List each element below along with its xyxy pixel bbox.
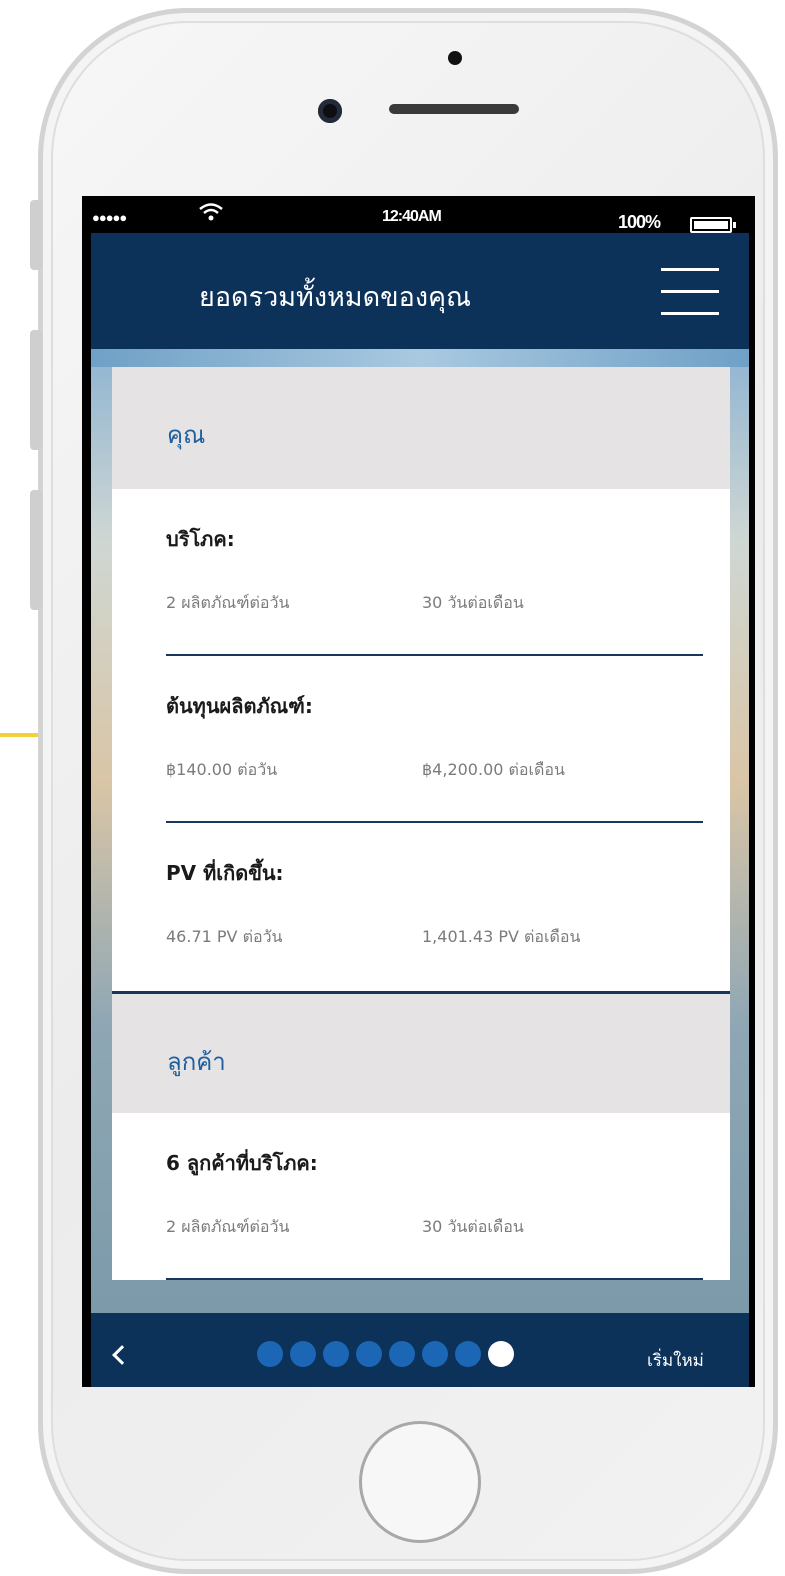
- restart-button[interactable]: เริ่มใหม่: [647, 1347, 704, 1374]
- metric-monthly-value: ฿4,200.00 ต่อเดือน: [422, 760, 565, 779]
- front-camera: [318, 99, 342, 123]
- menu-bar-line: [661, 312, 719, 315]
- section-title: คุณ: [167, 421, 206, 449]
- yellow-accent-line: [0, 733, 40, 737]
- metric-daily-value: 2 ผลิตภัณฑ์ต่อวัน: [166, 593, 290, 612]
- metric-label: ต้นทุนผลิตภัณฑ์:: [166, 694, 313, 718]
- menu-bar-line: [661, 268, 719, 271]
- metric-label: 6 ลูกค้าที่บริโภค:: [166, 1151, 318, 1175]
- app-container: ยอดรวมทั้งหมดของคุณ คุณ บริโภค: 2 ผลิตภั…: [91, 233, 749, 1387]
- wifi-icon: [199, 203, 223, 221]
- metric-consumption: บริโภค: 2 ผลิตภัณฑ์ต่อวัน 30 วันต่อเดือน: [166, 489, 703, 656]
- section-header-customers: ลูกค้า: [112, 991, 730, 1113]
- app-footer: เริ่มใหม่: [91, 1313, 749, 1387]
- metric-daily-value: ฿140.00 ต่อวัน: [166, 760, 278, 779]
- summary-content[interactable]: คุณ บริโภค: 2 ผลิตภัณฑ์ต่อวัน 30 วันต่อเ…: [91, 349, 749, 1313]
- section-header-you: คุณ: [112, 367, 730, 489]
- earpiece-speaker: [389, 104, 519, 114]
- pager-dot[interactable]: [389, 1341, 415, 1367]
- phone-volume-up-button: [30, 330, 42, 450]
- metric-monthly-value: 30 วันต่อเดือน: [422, 1217, 524, 1236]
- metric-daily-value: 46.71 PV ต่อวัน: [166, 927, 283, 946]
- background-image: [91, 349, 749, 367]
- metric-monthly-value: 1,401.43 PV ต่อเดือน: [422, 927, 581, 946]
- status-time: 12:40AM: [382, 208, 442, 225]
- battery-icon: [690, 217, 736, 233]
- chevron-left-icon[interactable]: [109, 1343, 133, 1367]
- phone-screen: ●●●●● 12:40AM 100% ยอดรวมทั้งหมดของคุณ ค…: [82, 196, 755, 1387]
- metric-product-cost: ต้นทุนผลิตภัณฑ์: ฿140.00 ต่อวัน ฿4,200.0…: [166, 656, 703, 823]
- battery-percentage: 100%: [618, 212, 661, 232]
- metric-customer-consumption: 6 ลูกค้าที่บริโภค: 2 ผลิตภัณฑ์ต่อวัน 30 …: [166, 1113, 703, 1280]
- status-bar: ●●●●● 12:40AM 100%: [82, 196, 755, 233]
- pager-dot-active[interactable]: [488, 1341, 514, 1367]
- section-title: ลูกค้า: [167, 1048, 226, 1076]
- signal-strength-icon: ●●●●●: [92, 210, 127, 225]
- page-indicator: [257, 1341, 514, 1367]
- metric-monthly-value: 30 วันต่อเดือน: [422, 593, 524, 612]
- page-title: ยอดรวมทั้งหมดของคุณ: [199, 282, 472, 313]
- app-header: ยอดรวมทั้งหมดของคุณ: [91, 233, 749, 349]
- phone-volume-down-button: [30, 490, 42, 610]
- metric-pv-generated: PV ที่เกิดขึ้น: 46.71 PV ต่อวัน 1,401.43…: [166, 823, 703, 991]
- menu-bar-line: [661, 290, 719, 293]
- metric-daily-value: 2 ผลิตภัณฑ์ต่อวัน: [166, 1217, 290, 1236]
- pager-dot[interactable]: [356, 1341, 382, 1367]
- pager-dot[interactable]: [455, 1341, 481, 1367]
- summary-card: คุณ บริโภค: 2 ผลิตภัณฑ์ต่อวัน 30 วันต่อเ…: [112, 367, 730, 1280]
- proximity-sensor: [448, 51, 462, 65]
- metric-label: PV ที่เกิดขึ้น:: [166, 861, 284, 885]
- pager-dot[interactable]: [290, 1341, 316, 1367]
- pager-dot[interactable]: [323, 1341, 349, 1367]
- metric-label: บริโภค:: [166, 527, 235, 551]
- hamburger-menu-icon[interactable]: [661, 268, 719, 316]
- pager-dot[interactable]: [422, 1341, 448, 1367]
- home-button[interactable]: [359, 1421, 481, 1543]
- pager-dot[interactable]: [257, 1341, 283, 1367]
- phone-mute-switch: [30, 200, 42, 270]
